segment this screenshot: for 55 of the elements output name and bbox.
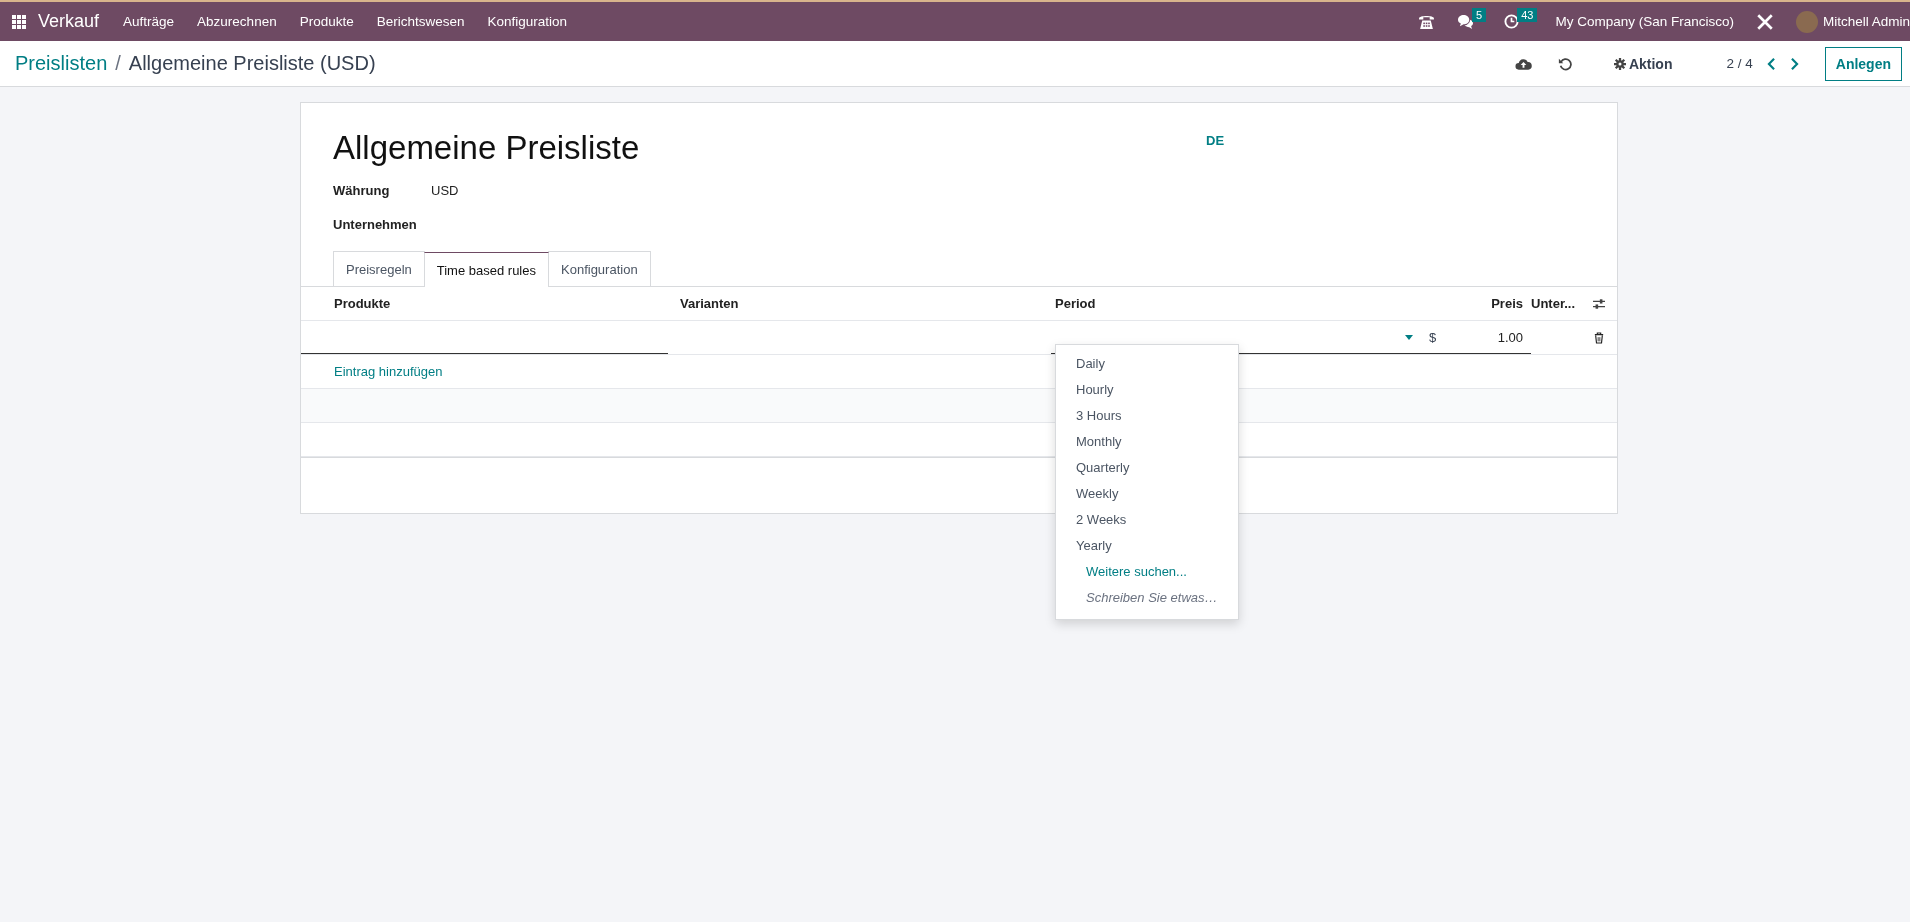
menu-item[interactable]: Produkte xyxy=(299,14,354,29)
breadcrumb-link[interactable]: Preislisten xyxy=(15,52,108,75)
pager-counter: 2 / 4 xyxy=(1726,56,1753,71)
breadcrumb-current: Allgemeine Preisliste (USD) xyxy=(128,52,376,75)
dropdown-option[interactable]: Quarterly xyxy=(1056,455,1238,481)
column-header[interactable]: Produkte xyxy=(301,296,668,311)
gear-icon xyxy=(1613,57,1626,70)
menu-item[interactable]: Konfiguration xyxy=(487,14,568,29)
column-header[interactable]: Preis xyxy=(1421,296,1531,311)
company-switcher[interactable]: My Company (San Francisco) xyxy=(1555,14,1734,29)
clock-icon[interactable] xyxy=(1504,14,1520,29)
chat-bubbles-icon[interactable] xyxy=(1457,14,1474,29)
price-value: 1.00 xyxy=(1497,329,1523,345)
record-title: Allgemeine Preisliste xyxy=(333,129,641,167)
count-badge: 43 xyxy=(1517,8,1538,22)
tab[interactable]: Time based rules xyxy=(423,252,549,287)
dropdown-option[interactable]: Weekly xyxy=(1056,481,1238,507)
create-button[interactable]: Anlegen xyxy=(1824,46,1902,81)
currency-symbol: $ xyxy=(1429,329,1437,345)
menu-item[interactable]: Aufträge xyxy=(123,14,175,29)
undo-icon[interactable] xyxy=(1557,56,1572,71)
column-header[interactable]: Unter... xyxy=(1531,296,1581,311)
field-label: Währung xyxy=(333,183,391,198)
apps-grid-icon[interactable] xyxy=(12,14,26,29)
dropdown-option[interactable]: Daily xyxy=(1056,351,1238,377)
dropdown-option[interactable]: 2 Weeks xyxy=(1056,507,1238,533)
price-input[interactable]: $ 1.00 xyxy=(1421,321,1531,354)
previous-icon[interactable] xyxy=(1766,57,1776,70)
tab[interactable]: Preisregeln xyxy=(333,251,425,286)
menu-item[interactable]: Abzurechnen xyxy=(197,14,277,29)
menu-item[interactable]: Berichtswesen xyxy=(376,14,465,29)
cloud-upload-icon[interactable] xyxy=(1514,56,1532,71)
caret-icon xyxy=(1405,334,1413,340)
language-button[interactable]: DE xyxy=(1206,133,1225,251)
add-line-link[interactable]: Eintrag hinzufügen xyxy=(334,364,443,379)
trash-icon[interactable] xyxy=(1594,331,1604,344)
breadcrumb-separator: / xyxy=(115,52,121,75)
field-label: Unternehmen xyxy=(333,217,418,232)
dropdown-option[interactable]: Yearly xyxy=(1056,533,1238,559)
dropdown-option[interactable]: Hourly xyxy=(1056,377,1238,403)
count-badge: 5 xyxy=(1472,8,1487,22)
tab[interactable]: Konfiguration xyxy=(548,251,651,286)
dropdown-option[interactable]: Monthly xyxy=(1056,429,1238,455)
sliders-icon[interactable] xyxy=(1592,297,1606,310)
action-menu-button[interactable]: Aktion xyxy=(1607,54,1679,73)
search-more-link[interactable]: Weitere suchen... xyxy=(1056,559,1238,585)
app-name[interactable]: Verkauf xyxy=(38,11,100,32)
field-value[interactable]: USD xyxy=(431,183,459,198)
dropdown-option[interactable]: 3 Hours xyxy=(1056,403,1238,429)
phone-icon[interactable] xyxy=(1418,13,1435,30)
user-name[interactable]: Mitchell Admin xyxy=(1822,14,1910,29)
column-header[interactable]: Varianten xyxy=(668,296,1043,311)
create-hint: Schreiben Sie etwas… xyxy=(1085,589,1219,607)
next-icon[interactable] xyxy=(1789,57,1799,70)
column-header[interactable]: Period xyxy=(1043,296,1421,311)
